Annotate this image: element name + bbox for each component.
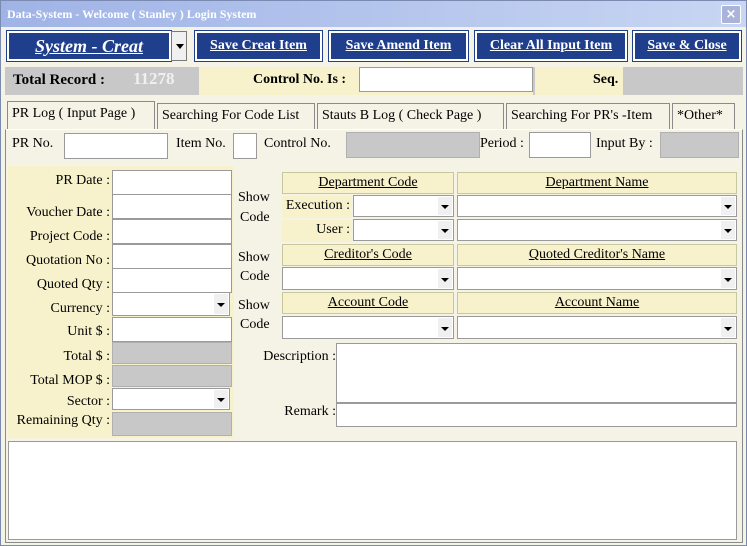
creditor-code-select[interactable] [282, 267, 454, 290]
account-name-select[interactable] [457, 316, 737, 339]
unit-label: Unit $ : [67, 324, 110, 339]
project-code-label: Project Code : [29, 229, 110, 244]
item-list-area[interactable] [8, 441, 737, 540]
quoted-qty-input[interactable] [112, 268, 232, 293]
control-no-label: Control No. [264, 136, 331, 151]
control-no-is-label: Control No. Is : [253, 72, 347, 87]
total-mop-field [112, 365, 232, 387]
chevron-down-icon[interactable] [721, 269, 735, 288]
voucher-date-label: Voucher Date : [26, 205, 110, 220]
chevron-down-icon[interactable] [214, 294, 228, 314]
user-name-select[interactable] [457, 219, 737, 241]
unit-input[interactable] [112, 317, 232, 342]
execution-label: Execution : [285, 198, 350, 213]
chevron-down-icon[interactable] [438, 269, 452, 288]
account-name-header: Account Name [457, 292, 737, 314]
tab-status-b-log[interactable]: Stauts B Log ( Check Page ) [317, 103, 504, 129]
show-code-account-2: Code [240, 317, 270, 332]
remaining-qty-label: Remaining Qty : [16, 413, 110, 428]
info-bar: Total Record : 11278 Control No. Is : Se… [5, 67, 743, 95]
pr-log-panel: PR No. Item No. Control No. Period : Inp… [5, 129, 743, 543]
account-code-select[interactable] [282, 316, 454, 339]
pr-date-label: PR Date : [55, 173, 110, 188]
show-code-creditor-1: Show [238, 250, 270, 265]
item-no-label: Item No. [176, 136, 226, 151]
sector-select[interactable] [112, 388, 230, 410]
currency-label: Currency : [50, 301, 110, 316]
save-amend-item-button[interactable]: Save Amend Item [328, 30, 469, 62]
voucher-date-input[interactable] [112, 194, 232, 219]
tab-other[interactable]: *Other* [672, 103, 735, 129]
show-code-dept-1: Show [238, 190, 270, 205]
user-label: User : [316, 222, 350, 237]
pr-date-input[interactable] [112, 170, 232, 195]
quotation-no-input[interactable] [112, 244, 232, 269]
show-code-account-1: Show [238, 298, 270, 313]
period-label: Period : [480, 136, 524, 151]
seq-label: Seq. [593, 72, 619, 87]
app-window: Data-System - Welcome ( Stanley ) Login … [0, 0, 747, 546]
close-icon: × [725, 7, 737, 22]
chevron-down-icon[interactable] [214, 390, 228, 408]
input-by-label: Input By : [596, 136, 653, 151]
control-no-field [346, 132, 480, 158]
pr-no-label: PR No. [12, 136, 54, 151]
execution-name-select[interactable] [457, 195, 737, 217]
mode-selector[interactable]: System - Creat [6, 30, 172, 62]
department-code-header: Department Code [282, 172, 454, 194]
remaining-qty-field [112, 412, 232, 436]
show-code-dept-2: Code [240, 210, 270, 225]
chevron-down-icon[interactable] [438, 197, 452, 215]
remark-label: Remark : [284, 404, 336, 419]
input-by-field [660, 132, 739, 158]
chevron-down-icon[interactable] [721, 197, 735, 215]
project-code-input[interactable] [112, 219, 232, 244]
remark-input[interactable] [336, 403, 737, 427]
tab-searching-pr-item[interactable]: Searching For PR's -Item [506, 103, 670, 129]
total-label: Total $ : [63, 349, 110, 364]
quoted-creditor-name-header: Quoted Creditor's Name [457, 244, 737, 266]
sector-label: Sector : [66, 394, 110, 409]
save-creat-item-button[interactable]: Save Creat Item [194, 30, 323, 62]
creditor-code-header: Creditor's Code [282, 244, 454, 266]
quoted-creditor-name-select[interactable] [457, 267, 737, 290]
description-label: Description : [263, 349, 336, 364]
pr-no-input[interactable] [64, 133, 168, 159]
window-title: Data-System - Welcome ( Stanley ) Login … [7, 7, 257, 21]
chevron-down-icon[interactable] [171, 31, 187, 61]
tab-pr-log[interactable]: PR Log ( Input Page ) [7, 101, 155, 129]
save-and-close-button[interactable]: Save & Close [632, 30, 742, 62]
close-button[interactable]: × [721, 5, 741, 24]
chevron-down-icon[interactable] [721, 318, 735, 337]
chevron-down-icon[interactable] [721, 221, 735, 239]
show-code-creditor-2: Code [240, 269, 270, 284]
quotation-no-label: Quotation No : [26, 253, 110, 268]
currency-select[interactable] [112, 292, 230, 316]
account-code-header: Account Code [282, 292, 454, 314]
total-record-label: Total Record : [13, 72, 105, 88]
clear-all-input-button[interactable]: Clear All Input Item [474, 30, 628, 62]
control-no-display [359, 67, 533, 92]
description-input[interactable] [336, 343, 737, 403]
total-record-value: 11278 [133, 69, 175, 88]
chevron-down-icon[interactable] [438, 221, 452, 239]
execution-code-select[interactable] [353, 195, 454, 217]
quoted-qty-label: Quoted Qty : [36, 277, 110, 292]
period-input[interactable] [529, 132, 591, 158]
total-field [112, 342, 232, 364]
title-bar: Data-System - Welcome ( Stanley ) Login … [1, 1, 746, 27]
item-no-input[interactable] [233, 133, 257, 159]
department-name-header: Department Name [457, 172, 737, 194]
user-code-select[interactable] [353, 219, 454, 241]
tab-searching-code-list[interactable]: Searching For Code List [157, 103, 315, 129]
total-mop-label: Total MOP $ : [30, 373, 110, 388]
chevron-down-icon[interactable] [438, 318, 452, 337]
